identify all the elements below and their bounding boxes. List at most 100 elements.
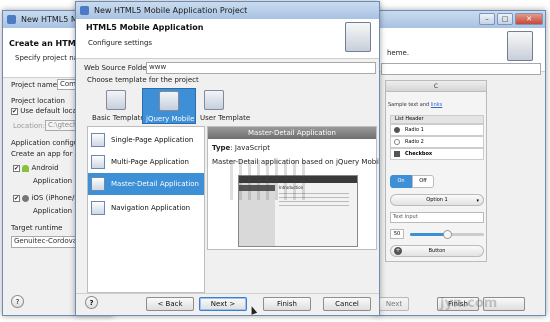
tab-basic-label: Basic Template [92, 114, 145, 122]
preview-slider-track[interactable] [410, 230, 484, 239]
app-icon [7, 15, 16, 24]
master-detail-icon [91, 177, 105, 191]
basic-template-icon [106, 90, 126, 110]
wizard-banner-icon [507, 31, 533, 61]
jquery-mobile-preview: C Sample text and links List Header Radi… [385, 80, 487, 262]
right-window-titlebar: – □ ✕ [375, 11, 545, 28]
preview-toggle-on[interactable]: On [390, 175, 412, 188]
template-multi-page-label: Multi-Page Application [111, 158, 189, 166]
cancel-button[interactable]: Cancel [323, 297, 371, 311]
preview-select[interactable]: Option 1 ▾ [390, 194, 484, 206]
dialog-header: HTML5 Mobile Application Configure setti… [76, 19, 379, 59]
tab-jquery-mobile[interactable]: jQuery Mobile [142, 88, 196, 124]
template-single-page-label: Single-Page Application [111, 136, 194, 144]
detail-title-bar: Master-Detail Application [208, 127, 376, 139]
tab-basic-template[interactable]: Basic Template [90, 88, 145, 124]
preview-intro-heading: Introduction [279, 185, 304, 190]
minimize-button[interactable]: – [479, 13, 495, 25]
checkbox-checked-icon: ✔ [13, 194, 20, 202]
checkbox-checked-icon: ✔ [11, 107, 18, 115]
preview-radio-1[interactable]: Radio 1 [390, 124, 484, 136]
checkbox-label: Checkbox [405, 151, 433, 157]
radio2-label: Radio 2 [405, 139, 424, 145]
preview-sample-text: Sample text and links [388, 102, 442, 108]
back-button[interactable]: < Back [146, 297, 194, 311]
preview-button-label: Button [428, 248, 446, 254]
create-app-label: Create an app for ea [11, 150, 84, 158]
checkbox-checked-icon: ✔ [13, 164, 20, 172]
preview-button[interactable]: + Button [390, 245, 484, 257]
tab-user-label: User Template [200, 114, 251, 122]
preview-list-header: List Header [390, 115, 484, 124]
preview-toggle-off[interactable]: Off [412, 175, 434, 188]
ios-checkbox[interactable]: ✔ iOS (iPhone/i [13, 194, 76, 202]
android-icon [22, 164, 30, 172]
main-wizard-dialog: New HTML5 Mobile Application Project HTM… [75, 1, 380, 316]
user-template-icon [204, 90, 224, 110]
template-detail-panel: Master-Detail Application Type: JavaScri… [207, 126, 379, 250]
preview-radio-2[interactable]: Radio 2 [390, 136, 484, 148]
web-source-label: Web Source Folder: [84, 64, 152, 72]
detail-type-label: Type [212, 144, 231, 152]
right-wizard-window: – □ ✕ heme. C Sample text and links List… [374, 10, 546, 316]
chevron-down-icon: ▾ [476, 198, 479, 204]
target-runtime-label: Target runtime [11, 224, 63, 232]
app-icon [80, 6, 89, 15]
list-header-label: List Header [395, 116, 424, 122]
radio1-label: Radio 1 [405, 127, 424, 133]
use-default-location-checkbox[interactable]: ✔ Use default locat [11, 107, 80, 115]
dialog-heading: HTML5 Mobile Application [86, 23, 204, 32]
template-navigation[interactable]: Navigation Application [88, 197, 204, 219]
app-config-label: Application configu [11, 139, 79, 147]
close-button[interactable]: ✕ [515, 13, 543, 25]
preview-slider-thumb[interactable] [443, 230, 452, 239]
choose-template-label: Choose template for the project [87, 76, 199, 84]
finish-button[interactable]: Finish [263, 297, 311, 311]
back-window-help-button[interactable]: ? [11, 295, 24, 308]
apple-icon [22, 194, 30, 202]
right-window-field[interactable] [381, 63, 541, 75]
detail-preview-image: Introduction [238, 175, 358, 247]
preview-text-input[interactable]: Text Input [390, 212, 484, 223]
location-label: Location: [13, 122, 45, 130]
preview-checkbox[interactable]: Checkbox [390, 148, 484, 160]
preview-header-title: C [433, 83, 439, 90]
template-multi-page[interactable]: Multi-Page Application [88, 151, 204, 173]
ios-label: iOS (iPhone/i [31, 194, 77, 202]
checkbox-checked-icon [394, 151, 400, 157]
android-checkbox[interactable]: ✔ Android [13, 164, 59, 172]
dialog-title: New HTML5 Mobile Application Project [94, 6, 248, 15]
dialog-subheading: Configure settings [88, 39, 153, 47]
template-master-detail-label: Master-Detail Application [111, 180, 199, 188]
right-finish-button[interactable]: Finish [437, 297, 479, 311]
tab-user-template[interactable]: User Template [198, 88, 256, 124]
plus-icon: + [394, 247, 402, 255]
radio-unselected-icon [394, 139, 400, 145]
multi-page-icon [91, 155, 105, 169]
right-cancel-button[interactable] [483, 297, 525, 311]
template-navigation-label: Navigation Application [111, 204, 191, 212]
tab-jquery-label: jQuery Mobile [146, 115, 195, 123]
preview-image-topbar [239, 176, 357, 183]
project-name-label: Project name: [11, 81, 60, 89]
ios-app-name-label: Application n [33, 207, 79, 215]
right-window-description: heme. [387, 49, 410, 57]
next-button[interactable]: Next > [199, 297, 247, 311]
maximize-button[interactable]: □ [497, 13, 513, 25]
preview-image-textlines [279, 193, 349, 209]
detail-type-value: : JavaScript [230, 144, 270, 152]
back-window-title: New HTML5 M [21, 15, 78, 24]
preview-sample-link[interactable]: links [431, 102, 442, 108]
use-default-label: Use default locat [20, 107, 80, 115]
help-button[interactable]: ? [85, 296, 98, 309]
preview-select-value: Option 1 [426, 197, 448, 203]
preview-image-sidebar [239, 183, 275, 246]
ghost-next-button: Next [379, 297, 409, 311]
template-master-detail[interactable]: Master-Detail Application [88, 173, 204, 195]
template-single-page[interactable]: Single-Page Application [88, 129, 204, 151]
single-page-icon [91, 133, 105, 147]
dialog-titlebar: New HTML5 Mobile Application Project [76, 2, 379, 19]
web-source-field[interactable]: www [146, 62, 376, 74]
preview-slider-value[interactable]: 50 [390, 229, 404, 239]
android-label: Android [31, 164, 59, 172]
